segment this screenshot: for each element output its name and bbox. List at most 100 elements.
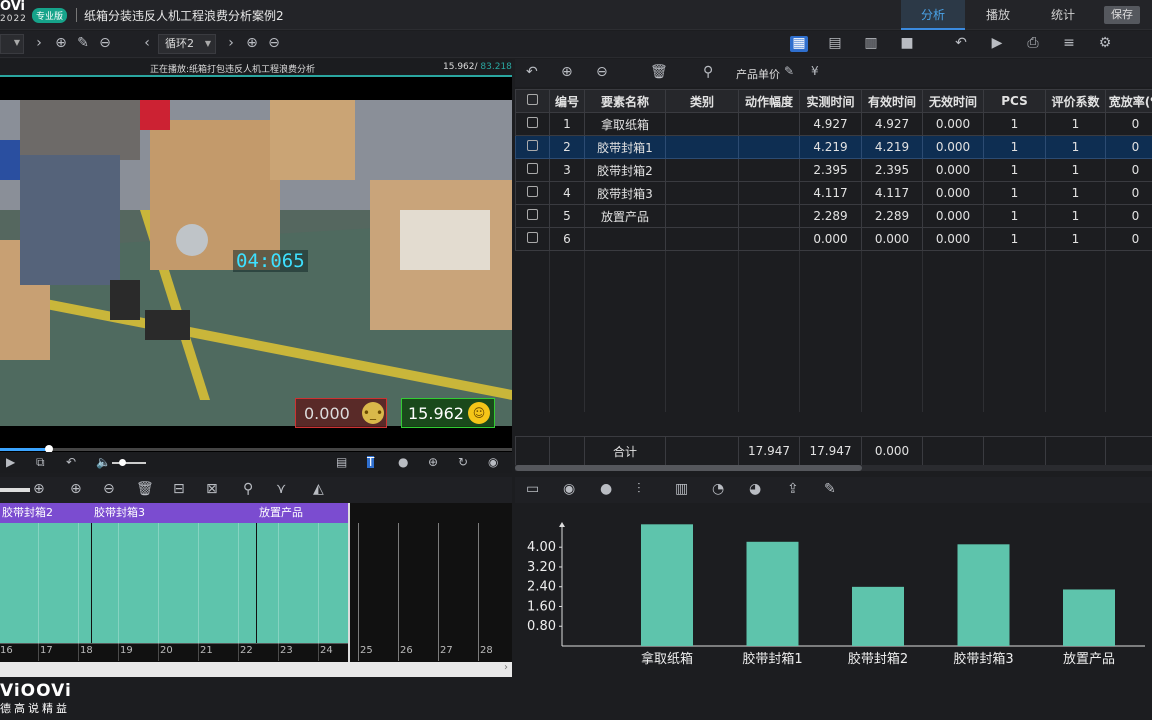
select-all-checkbox-cell[interactable] [515,89,550,113]
table-cell-valid[interactable]: 4.117 [861,181,923,205]
table-cell-no[interactable]: 3 [549,158,585,182]
row-checkbox-cell[interactable] [515,112,550,136]
timeline-scrollbar[interactable]: › [0,662,512,677]
pen-icon[interactable]: ✎ [824,482,836,496]
layout-columns-icon[interactable]: ▥ [862,36,880,52]
table-cell-name[interactable]: 胶带封箱2 [584,158,666,182]
tab-stats[interactable]: 统计 [1032,0,1094,30]
frame-step-icon[interactable]: ⧉ [36,456,45,468]
camera-icon[interactable]: ◉ [563,482,575,496]
remove-cycle-icon[interactable]: ⊖ [265,36,283,52]
table-cell-pcs[interactable]: 1 [983,112,1046,136]
column-header[interactable]: 有效时间 [861,89,923,113]
close-box-icon[interactable]: ⊠ [206,482,218,496]
tab-analysis[interactable]: 分析 [901,0,965,30]
row-checkbox-cell[interactable] [515,204,550,228]
pie-chart-icon[interactable]: ◔ [712,482,724,496]
column-header[interactable]: 评价系数 [1045,89,1106,113]
table-cell-amp[interactable] [738,227,800,251]
chevron-right-icon[interactable]: › [222,36,240,52]
text-icon[interactable]: T [367,456,375,468]
table-cell-amp[interactable] [738,112,800,136]
table-cell-no[interactable]: 1 [549,112,585,136]
video-progress-track[interactable] [0,448,512,451]
table-cell-invalid[interactable]: 0.000 [922,204,984,228]
table-cell-valid[interactable]: 4.219 [861,135,923,159]
segment-block[interactable] [257,523,348,643]
table-cell-coef[interactable]: 1 [1045,135,1106,159]
table-cell-name[interactable]: 胶带封箱3 [584,181,666,205]
table-cell-allow[interactable]: 0 [1105,135,1152,159]
table-cell-valid[interactable]: 2.395 [861,158,923,182]
currency-icon[interactable]: ¥ [811,65,819,77]
table-cell-pcs[interactable]: 1 [983,227,1046,251]
table-cell-no[interactable]: 2 [549,135,585,159]
tab-play[interactable]: 播放 [967,0,1029,30]
table-cell-coef[interactable]: 1 [1045,112,1106,136]
table-cell-valid[interactable]: 4.927 [861,112,923,136]
table-cell-measured[interactable]: 2.289 [799,204,862,228]
table-cell-pcs[interactable]: 1 [983,181,1046,205]
add-row-icon[interactable]: ⊕ [561,65,573,79]
table-cell-allow[interactable]: 0 [1105,158,1152,182]
export-icon[interactable]: ⇪ [787,482,799,496]
table-cell-measured[interactable]: 4.219 [799,135,862,159]
table-cell-allow[interactable]: 0 [1105,181,1152,205]
volume-knob[interactable] [119,459,126,466]
select-all-checkbox[interactable] [527,94,538,105]
table-cell-invalid[interactable]: 0.000 [922,181,984,205]
row-checkbox[interactable] [527,140,538,151]
row-checkbox[interactable] [527,117,538,128]
refresh-icon[interactable]: ↻ [458,456,468,468]
table-cell-name[interactable]: 拿取纸箱 [584,112,666,136]
person-icon[interactable]: ⚲ [243,482,253,496]
mic-icon[interactable]: ● [600,482,612,496]
table-row[interactable]: 1 拿取纸箱 4.927 4.927 0.000 1 1 0 [515,112,1152,136]
table-cell-measured[interactable]: 2.395 [799,158,862,182]
pen-icon[interactable]: ✎ [74,36,92,52]
table-cell-name[interactable]: 胶带封箱1 [584,135,666,159]
column-header[interactable]: PCS [983,89,1046,113]
chevron-right-icon[interactable]: › [30,36,48,52]
column-header[interactable]: 动作幅度 [738,89,800,113]
table-row[interactable]: 3 胶带封箱2 2.395 2.395 0.000 1 1 0 [515,158,1152,182]
undo-icon[interactable]: ↶ [526,65,538,79]
table-cell-measured[interactable]: 4.927 [799,112,862,136]
table-row[interactable]: 2 胶带封箱1 4.219 4.219 0.000 1 1 0 [515,135,1152,159]
row-checkbox[interactable] [527,186,538,197]
play-icon[interactable]: ▶ [6,456,15,468]
column-header[interactable]: 宽放率(% [1105,89,1152,113]
mode-dropdown[interactable]: ▼ [0,34,24,54]
comment-icon[interactable]: ▭ [526,482,539,496]
undo-icon[interactable]: ↶ [952,36,970,52]
camera-icon[interactable]: ◉ [488,456,498,468]
table-cell-pcs[interactable]: 1 [983,135,1046,159]
table-cell-invalid[interactable]: 0.000 [922,135,984,159]
segment-block[interactable] [92,523,256,643]
table-cell-invalid[interactable]: 0.000 [922,227,984,251]
back-icon[interactable]: ↶ [66,456,76,468]
donut-chart-icon[interactable]: ◕ [749,482,761,496]
video-icon[interactable]: ▶ [988,36,1006,52]
row-checkbox[interactable] [527,163,538,174]
cycle-select[interactable]: 循环2 ▼ [158,34,216,54]
trash-icon[interactable]: 🗑 [650,65,668,79]
table-scrollbar-thumb[interactable] [515,465,862,471]
table-cell-name[interactable] [584,227,666,251]
table-cell-amp[interactable] [738,181,800,205]
table-cell-valid[interactable]: 2.289 [861,204,923,228]
table-cell-amp[interactable] [738,204,800,228]
table-cell-amp[interactable] [738,158,800,182]
add-circle-icon[interactable]: ⊕ [52,36,70,52]
table-cell-coef[interactable]: 1 [1045,227,1106,251]
table-cell-invalid[interactable]: 0.000 [922,112,984,136]
table-cell-cat[interactable] [665,112,739,136]
table-cell-cat[interactable] [665,204,739,228]
column-header[interactable]: 要素名称 [584,89,666,113]
table-cell-coef[interactable]: 1 [1045,158,1106,182]
table-cell-cat[interactable] [665,135,739,159]
edit-price-icon[interactable]: ✎ [784,65,794,77]
chevron-left-icon[interactable]: ‹ [138,36,156,52]
bar-chart-icon[interactable]: ▥ [675,482,688,496]
table-cell-no[interactable]: 4 [549,181,585,205]
